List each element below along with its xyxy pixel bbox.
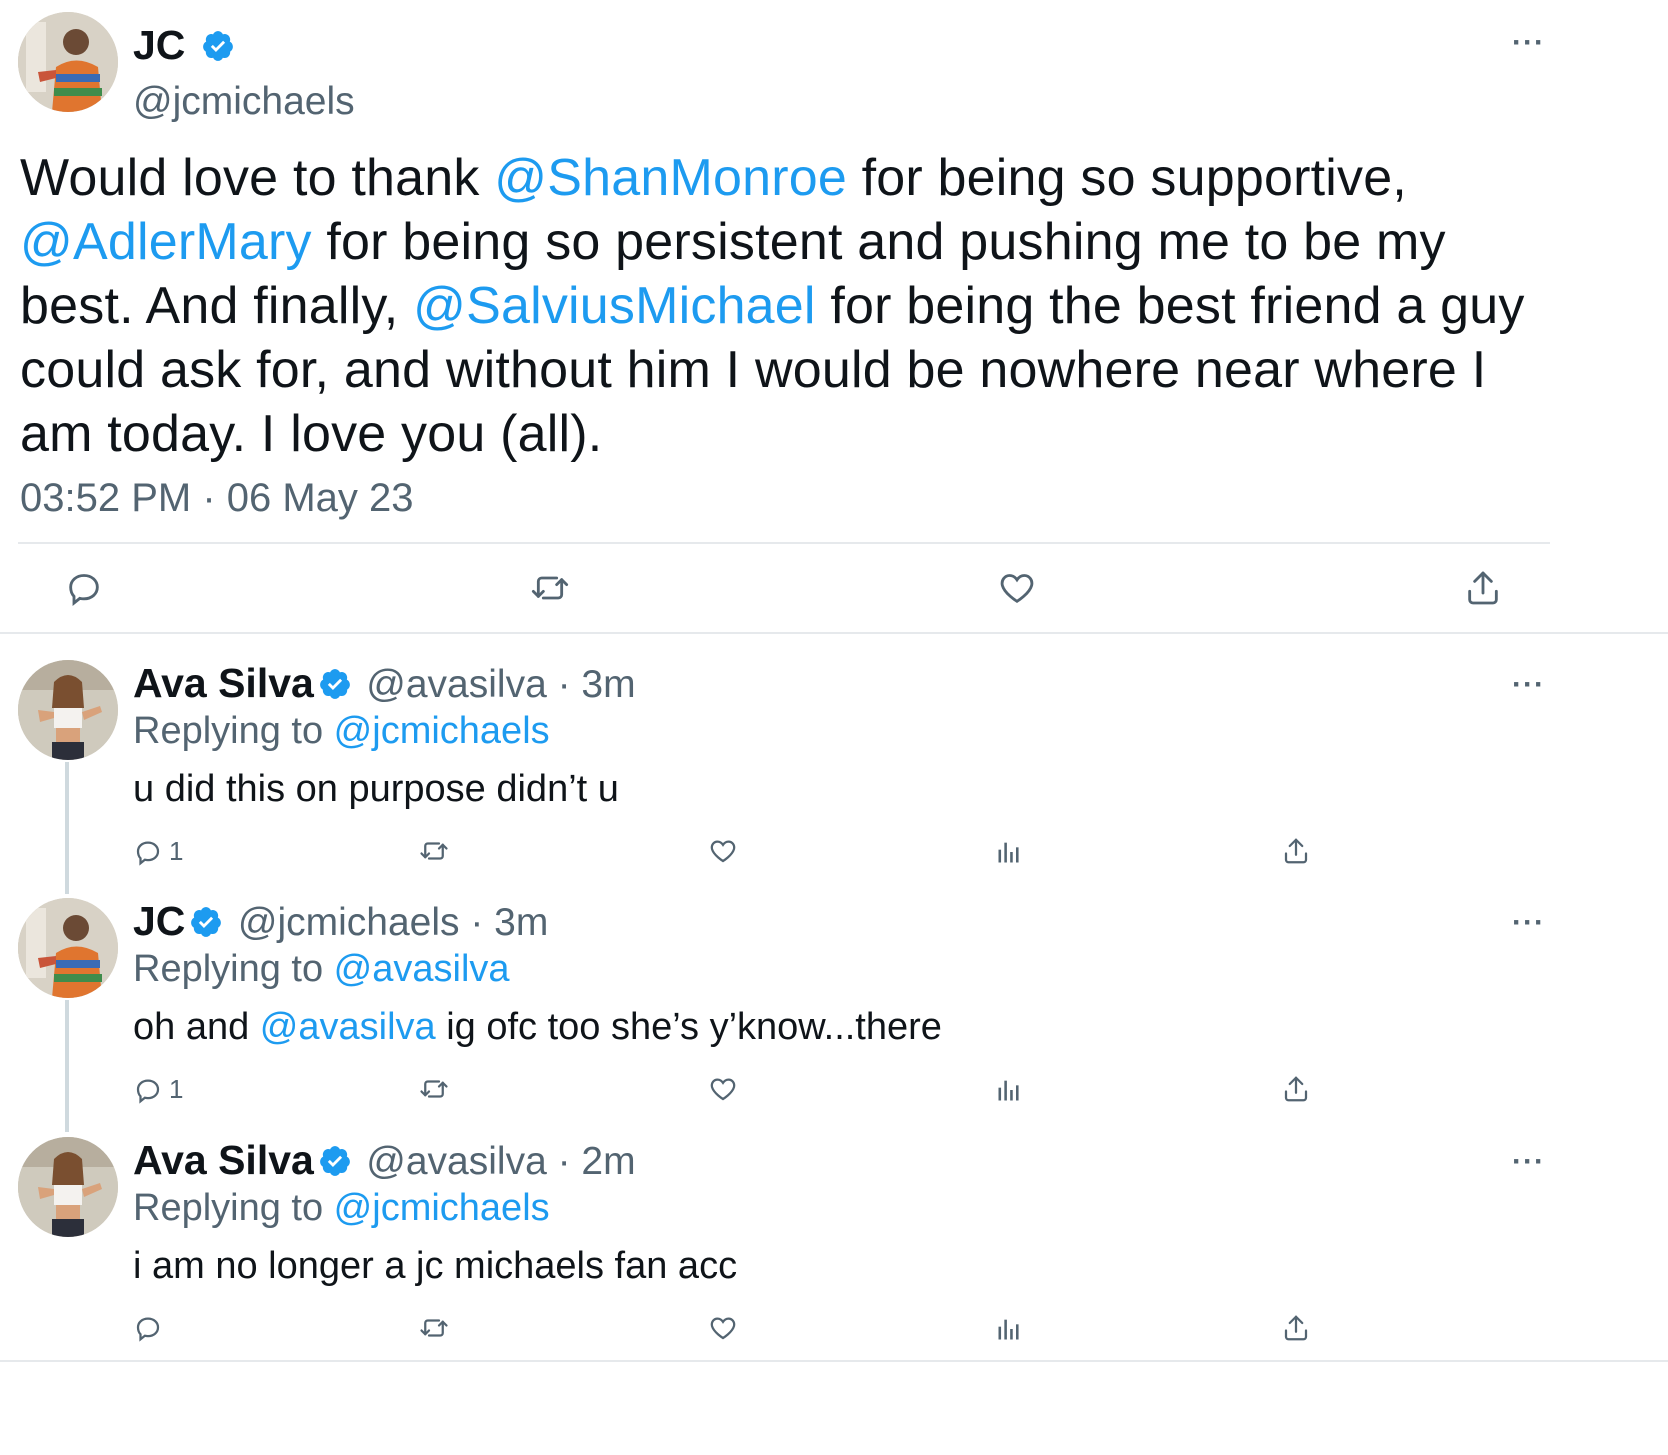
retweet-icon[interactable]	[416, 836, 452, 866]
heart-icon[interactable]	[707, 1074, 739, 1104]
text-segment: Would love to thank	[20, 149, 495, 207]
reply-button[interactable]	[133, 1313, 169, 1343]
mention-link[interactable]: @AdlerMary	[20, 213, 312, 271]
verified-badge-icon	[202, 31, 233, 61]
retweet-button[interactable]	[528, 568, 572, 608]
mention-link[interactable]: @SalviusMichael	[413, 277, 816, 335]
handle-and-time[interactable]: @avasilva · 3m	[366, 663, 635, 706]
main-tweet-text: Would love to thank @ShanMonroe for bein…	[20, 146, 1540, 466]
divider	[0, 632, 1668, 634]
replying-prefix: Replying to	[133, 1187, 334, 1229]
more-options-button[interactable]: ···	[1512, 26, 1545, 60]
analytics-icon[interactable]	[995, 1076, 1023, 1104]
handle-and-time[interactable]: @avasilva · 2m	[366, 1140, 635, 1183]
reply-action-bar: 1	[133, 1074, 1313, 1108]
reply-header: Ava Silva @avasilva · 2m	[133, 1137, 636, 1184]
mention-link[interactable]: @jcmichaels	[334, 1187, 550, 1229]
reply-text: oh and @avasilva ig ofc too she’s y’know…	[133, 1006, 942, 1049]
share-icon[interactable]	[1281, 1074, 1311, 1104]
share-icon[interactable]	[1281, 1313, 1311, 1343]
share-icon	[1468, 571, 1498, 605]
verified-badge-icon	[319, 1146, 350, 1176]
reply-button[interactable]: 1	[133, 836, 183, 867]
text-segment: u did this on purpose didn’t u	[133, 768, 619, 810]
reply-button[interactable]	[64, 568, 104, 608]
text-segment: oh and	[133, 1006, 260, 1048]
reply-icon	[136, 840, 160, 866]
reply-icon	[136, 1078, 160, 1104]
avatar-jc[interactable]	[18, 12, 118, 112]
main-handle[interactable]: @jcmichaels	[133, 80, 355, 124]
divider	[0, 1360, 1668, 1362]
analytics-icon[interactable]	[995, 838, 1023, 866]
text-segment: for being so supportive,	[846, 149, 1407, 207]
display-name[interactable]: Ava Silva	[133, 660, 314, 706]
mention-link[interactable]: @jcmichaels	[334, 710, 550, 752]
retweet-icon[interactable]	[416, 1313, 452, 1343]
reply-icon	[136, 1317, 160, 1342]
text-segment: i am no longer a jc michaels fan acc	[133, 1245, 738, 1287]
handle-and-time[interactable]: @jcmichaels · 3m	[238, 901, 548, 944]
share-button[interactable]	[1463, 568, 1503, 608]
reply-button[interactable]: 1	[133, 1074, 183, 1105]
like-button[interactable]	[996, 568, 1038, 608]
analytics-icon[interactable]	[995, 1315, 1023, 1343]
avatar-ava-silva[interactable]	[18, 660, 118, 760]
retweet-icon	[531, 576, 569, 600]
verified-badge-icon	[319, 669, 350, 699]
reply-header: JC @jcmichaels · 3m	[133, 898, 548, 945]
thread-connector	[65, 1000, 69, 1132]
replying-prefix: Replying to	[133, 710, 334, 752]
replying-to: Replying to @avasilva	[133, 948, 510, 991]
heart-icon	[1000, 574, 1034, 603]
heart-icon[interactable]	[707, 1313, 739, 1343]
reply-action-bar: 1	[133, 836, 1313, 870]
verified-badge-icon	[191, 907, 222, 937]
replying-to: Replying to @jcmichaels	[133, 1187, 550, 1230]
reply-count: 1	[169, 1074, 184, 1104]
mention-link[interactable]: @ShanMonroe	[494, 149, 847, 207]
reply-text: i am no longer a jc michaels fan acc	[133, 1245, 737, 1288]
share-icon[interactable]	[1281, 836, 1311, 866]
tweet-timestamp[interactable]: 03:52 PM · 06 May 23	[20, 476, 414, 521]
thread-connector	[65, 762, 69, 894]
display-name[interactable]: Ava Silva	[133, 1137, 314, 1183]
main-author[interactable]: JC	[133, 22, 235, 69]
avatar-ava-silva[interactable]	[18, 1137, 118, 1237]
more-options-button[interactable]: ···	[1512, 668, 1545, 702]
reply-icon	[69, 574, 99, 606]
reply-header: Ava Silva @avasilva · 3m	[133, 660, 636, 707]
heart-icon[interactable]	[707, 836, 739, 866]
retweet-icon[interactable]	[416, 1074, 452, 1104]
more-options-button[interactable]: ···	[1512, 1145, 1545, 1179]
display-name[interactable]: JC	[133, 898, 185, 944]
replying-to: Replying to @jcmichaels	[133, 710, 550, 753]
reply-text: u did this on purpose didn’t u	[133, 768, 619, 811]
display-name[interactable]: JC	[133, 22, 185, 68]
divider	[18, 542, 1550, 544]
avatar-jc[interactable]	[18, 898, 118, 998]
text-segment: ig ofc too she’s y’know...there	[435, 1006, 942, 1048]
mention-link[interactable]: @avasilva	[334, 948, 510, 990]
replying-prefix: Replying to	[133, 948, 334, 990]
reply-action-bar	[133, 1313, 1313, 1347]
reply-count: 1	[169, 836, 184, 866]
mention-link[interactable]: @avasilva	[260, 1006, 436, 1048]
more-options-button[interactable]: ···	[1512, 906, 1545, 940]
